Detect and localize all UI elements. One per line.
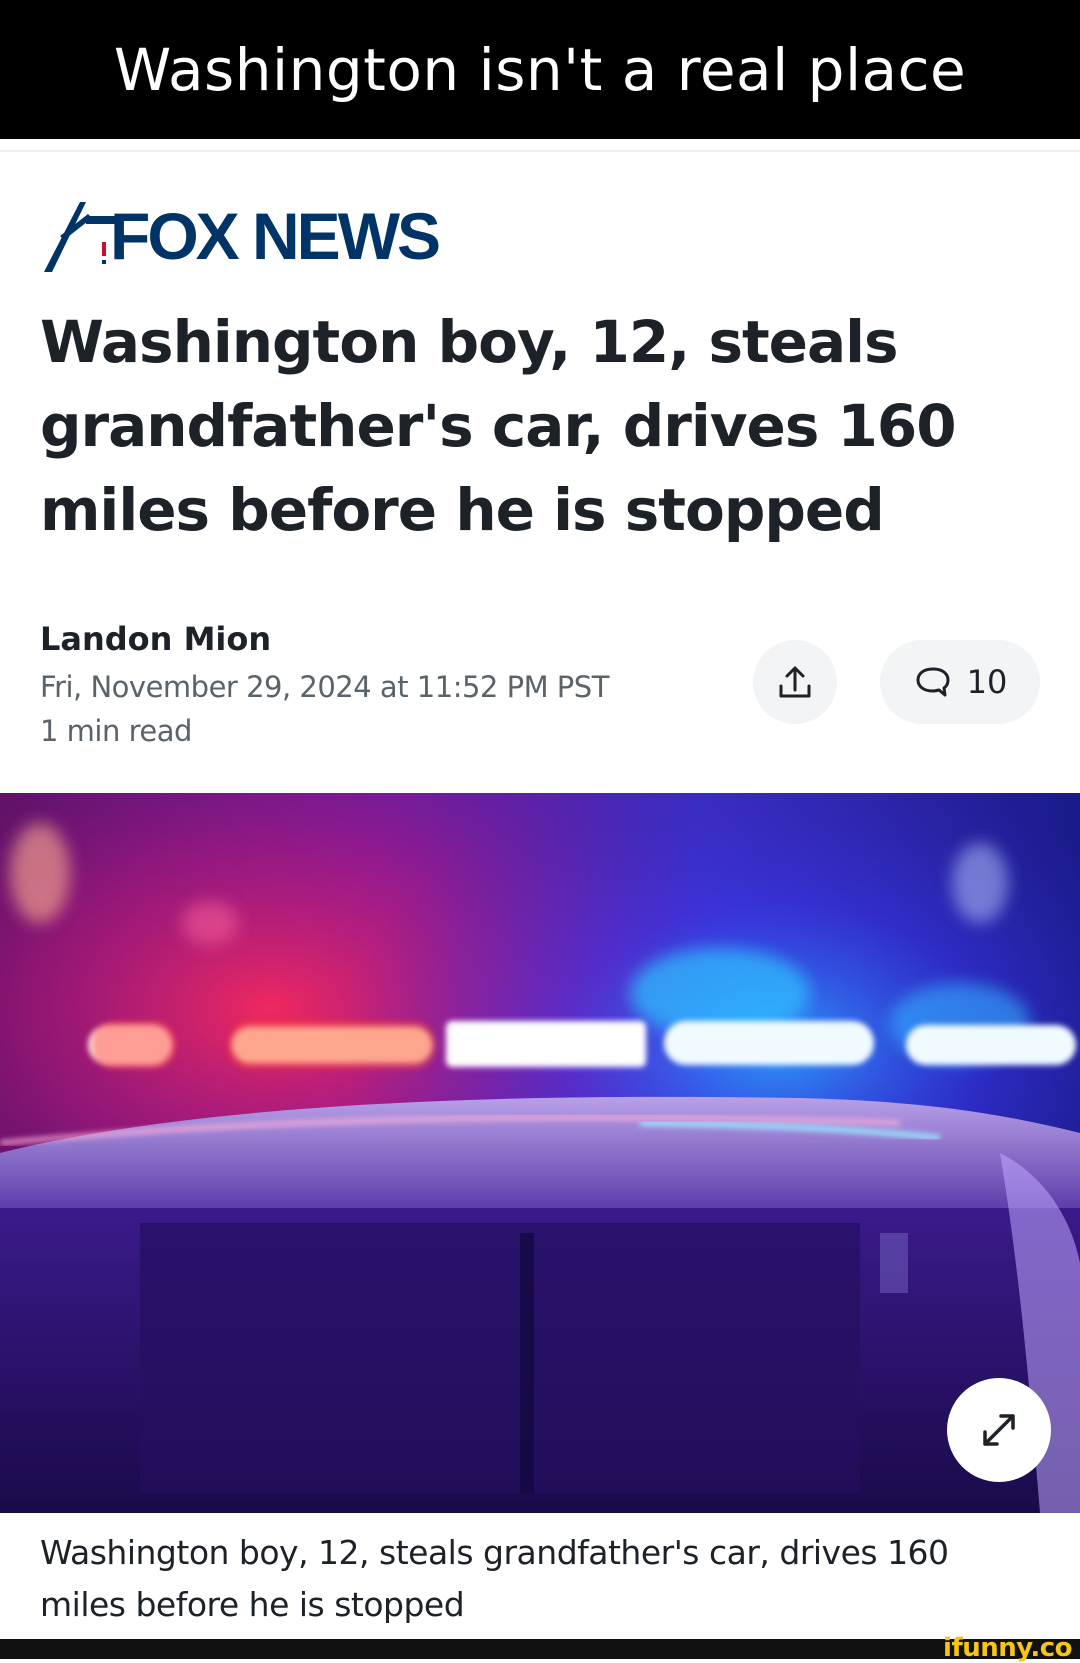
comment-count: 10 — [966, 663, 1008, 701]
comment-icon — [916, 667, 950, 697]
image-caption: Washington boy, 12, steals grandfather's… — [40, 1533, 949, 1624]
article-hero-image[interactable] — [0, 793, 1080, 1513]
comments-button[interactable]: 10 — [880, 640, 1040, 724]
police-lights-image — [0, 793, 1080, 1513]
publish-date: Fri, November 29, 2024 at 11:52 PM PST — [40, 670, 609, 704]
footer-bar — [0, 1639, 1080, 1659]
expand-image-button[interactable] — [947, 1378, 1051, 1482]
fox-news-logo-text: FOX NEWS — [110, 199, 441, 273]
fox-news-logo: FOX NEWS — [40, 196, 441, 276]
share-icon — [779, 666, 811, 698]
read-time: 1 min read — [40, 714, 192, 748]
fox-news-logo-mark-icon — [44, 202, 116, 272]
meme-caption: Washington isn't a real place — [0, 0, 1080, 139]
article-headline: Washington boy, 12, steals grandfather's… — [40, 308, 957, 544]
share-button[interactable] — [753, 640, 837, 724]
divider — [0, 150, 1080, 152]
author-name[interactable]: Landon Mion — [40, 620, 271, 658]
expand-icon — [983, 1414, 1015, 1446]
